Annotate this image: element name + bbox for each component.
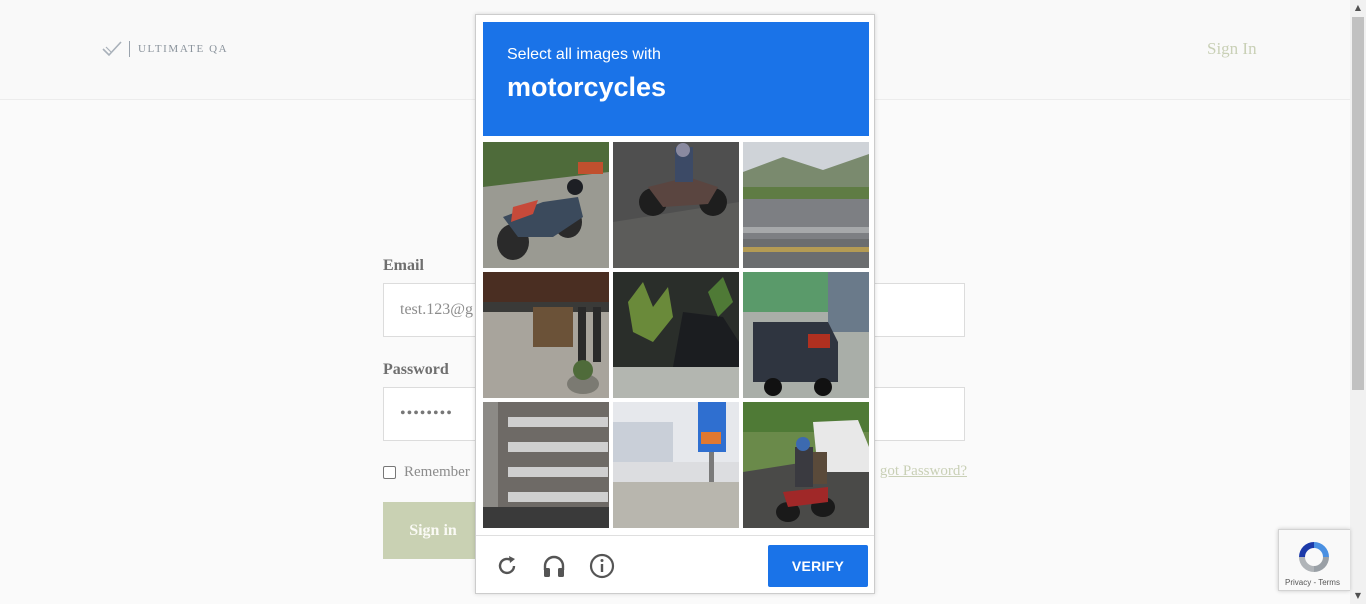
info-icon-graphic bbox=[589, 553, 615, 579]
captcha-tile-motorcycle-riders-road[interactable] bbox=[743, 402, 869, 528]
tile-image bbox=[743, 142, 869, 268]
captcha-tile-plants-car[interactable] bbox=[613, 272, 739, 398]
logo-divider bbox=[129, 41, 130, 57]
tile-image bbox=[613, 272, 739, 398]
captcha-tile-apartment-building[interactable] bbox=[483, 402, 609, 528]
captcha-tile-van-street[interactable] bbox=[743, 272, 869, 398]
header-signin-link[interactable]: Sign In bbox=[1207, 39, 1257, 59]
recaptcha-logo-icon bbox=[1299, 542, 1329, 572]
captcha-challenge: Select all images with motorcycles VERIF… bbox=[475, 14, 875, 594]
captcha-tile-highway-road[interactable] bbox=[743, 142, 869, 268]
tile-image bbox=[743, 272, 869, 398]
tile-image bbox=[743, 402, 869, 528]
tile-image bbox=[613, 142, 739, 268]
captcha-target-text: motorcycles bbox=[507, 72, 667, 102]
headphones-icon-graphic bbox=[543, 555, 565, 577]
remember-label: Remember bbox=[404, 464, 470, 480]
scroll-down-arrow-icon[interactable]: ▼ bbox=[1350, 588, 1366, 604]
remember-checkbox[interactable] bbox=[383, 466, 396, 479]
email-label: Email bbox=[383, 257, 424, 274]
info-icon[interactable] bbox=[587, 551, 617, 581]
headphones-icon[interactable] bbox=[539, 551, 569, 581]
recaptcha-badge-links[interactable]: Privacy - Terms bbox=[1285, 578, 1340, 587]
reload-icon[interactable] bbox=[492, 551, 522, 581]
remember-me: Remember bbox=[383, 464, 470, 481]
tile-image bbox=[613, 402, 739, 528]
forgot-password-link[interactable]: got Password? bbox=[880, 463, 967, 480]
reload-icon-graphic bbox=[498, 556, 516, 575]
brand-name: ULTIMATE QA bbox=[138, 43, 229, 55]
captcha-tile-motorcycle-rider[interactable] bbox=[613, 142, 739, 268]
captcha-instructions: Select all images with motorcycles bbox=[483, 22, 869, 136]
captcha-footer-divider bbox=[476, 535, 874, 536]
recaptcha-badge[interactable]: Privacy - Terms bbox=[1278, 529, 1350, 591]
scroll-thumb[interactable] bbox=[1352, 17, 1364, 390]
scroll-up-arrow-icon[interactable]: ▲ bbox=[1350, 0, 1366, 16]
captcha-tile-motorcycle-parked[interactable] bbox=[483, 142, 609, 268]
page-scrollbar[interactable]: ▲ ▼ bbox=[1350, 0, 1366, 604]
password-label: Password bbox=[383, 361, 449, 378]
signin-button[interactable]: Sign in bbox=[383, 502, 483, 559]
tile-image bbox=[483, 402, 609, 528]
captcha-instruction-text: Select all images with bbox=[507, 46, 661, 63]
captcha-tile-gas-station[interactable] bbox=[613, 402, 739, 528]
verify-button[interactable]: VERIFY bbox=[768, 545, 868, 587]
tile-image bbox=[483, 142, 609, 268]
tile-image bbox=[483, 272, 609, 398]
captcha-tile-sidewalk-bench[interactable] bbox=[483, 272, 609, 398]
checkmark-logo-icon bbox=[102, 41, 122, 57]
brand-logo[interactable]: ULTIMATE QA bbox=[101, 38, 228, 60]
